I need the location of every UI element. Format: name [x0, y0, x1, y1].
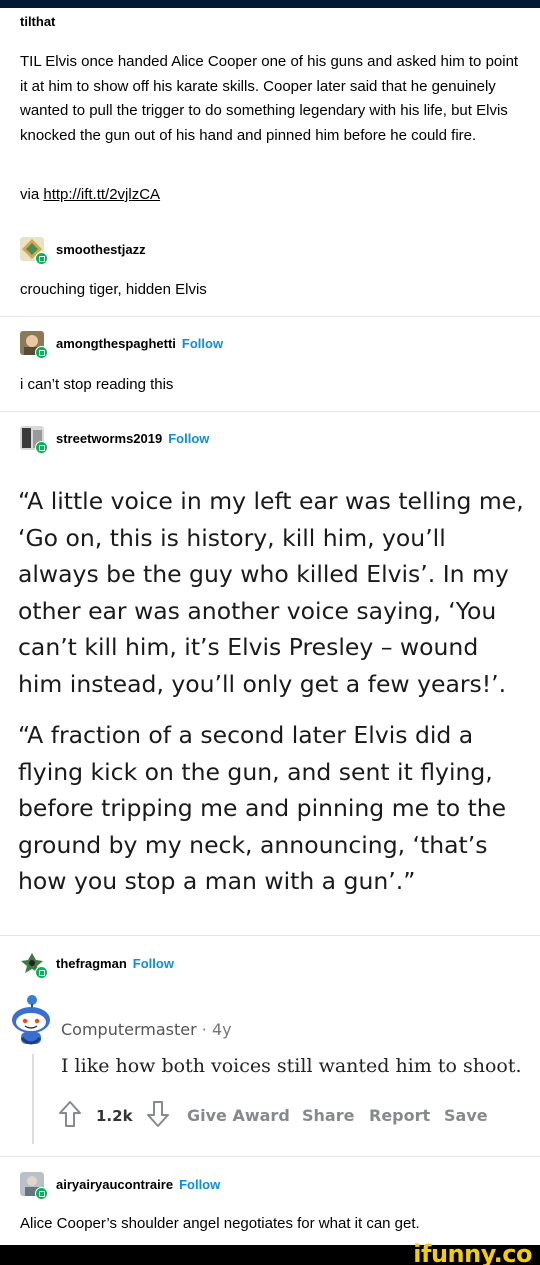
- reddit-comment: I like how both voices still wanted him …: [61, 1055, 522, 1077]
- via-link[interactable]: http://ift.tt/2vjlzCA: [43, 186, 160, 203]
- report-button[interactable]: Report: [369, 1106, 430, 1125]
- ifunny-watermark: ifunny.co: [413, 1240, 532, 1265]
- comment-age: 4y: [211, 1020, 232, 1039]
- upvote-icon[interactable]: [58, 1100, 82, 1128]
- divider: [0, 1156, 540, 1157]
- follow-button[interactable]: Follow: [133, 956, 174, 971]
- quote-paragraph-1: “A little voice in my left ear was telli…: [18, 487, 524, 698]
- username-label[interactable]: thefragman: [56, 956, 127, 971]
- divider: [0, 411, 540, 412]
- reblog-icon: [35, 252, 48, 265]
- reblog-username: streetworms2019 Follow: [56, 431, 209, 446]
- share-button[interactable]: Share: [302, 1106, 354, 1125]
- username-label[interactable]: airyairyaucontraire: [56, 1177, 173, 1192]
- reddit-username[interactable]: Computermaster: [61, 1020, 197, 1039]
- follow-button[interactable]: Follow: [179, 1177, 220, 1192]
- reblog-icon: [35, 441, 48, 454]
- give-award-button[interactable]: Give Award: [187, 1106, 290, 1125]
- follow-button[interactable]: Follow: [168, 431, 209, 446]
- via-prefix: via: [20, 186, 40, 203]
- reblog-icon: [35, 346, 48, 359]
- reblog-icon: [35, 966, 48, 979]
- vote-score: 1.2k: [96, 1107, 133, 1125]
- separator: ·: [201, 1020, 207, 1039]
- reddit-avatar[interactable]: [10, 994, 52, 1050]
- op-username[interactable]: tilthat: [20, 14, 55, 29]
- op-text: TIL Elvis once handed Alice Cooper one o…: [20, 53, 519, 144]
- reblog-username[interactable]: smoothestjazz: [56, 242, 146, 257]
- reddit-action-bar: 1.2k Give Award Share Report Save: [58, 1100, 528, 1132]
- quote-paragraph-2: “A fraction of a second later Elvis did …: [18, 721, 507, 895]
- original-post: tilthat TIL Elvis once handed Alice Coop…: [0, 0, 540, 230]
- divider: [0, 935, 540, 936]
- save-button[interactable]: Save: [444, 1106, 488, 1125]
- reblog-text: Alice Cooper’s shoulder angel negotiates…: [20, 1215, 420, 1232]
- reblog-icon: [35, 1187, 48, 1200]
- downvote-icon[interactable]: [146, 1100, 170, 1128]
- reblog-username: amongthespaghetti Follow: [56, 336, 223, 351]
- username-label[interactable]: streetworms2019: [56, 431, 162, 446]
- reblog-text: i can’t stop reading this: [20, 376, 174, 393]
- thread-line[interactable]: [32, 1054, 34, 1144]
- username-label[interactable]: amongthespaghetti: [56, 336, 176, 351]
- reblog-username: airyairyaucontraire Follow: [56, 1177, 220, 1192]
- reddit-username-line: Computermaster · 4y: [61, 1020, 232, 1039]
- follow-button[interactable]: Follow: [182, 336, 223, 351]
- op-via: via http://ift.tt/2vjlzCA: [20, 186, 160, 203]
- reblog-username: thefragman Follow: [56, 956, 174, 971]
- divider: [0, 316, 540, 317]
- reblog-text: crouching tiger, hidden Elvis: [20, 281, 207, 298]
